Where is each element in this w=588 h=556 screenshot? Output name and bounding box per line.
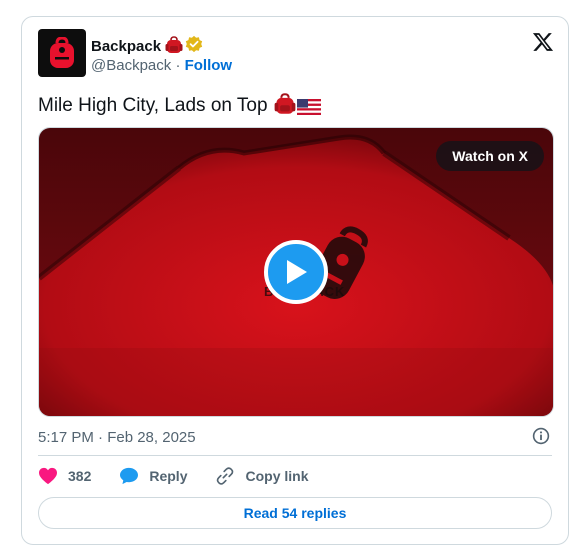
backpack-logo-icon [50, 37, 74, 68]
author-handle[interactable]: @Backpack [91, 57, 171, 74]
handle-row: @Backpack · Follow [91, 57, 232, 74]
tweet-text-row: Mile High City, Lads on Top [38, 93, 321, 121]
heart-icon [39, 467, 57, 485]
play-button[interactable] [264, 240, 328, 304]
play-icon [287, 260, 307, 284]
tweet-actions: 382 Reply Copy link [38, 466, 337, 486]
author-name-row[interactable]: Backpack [91, 35, 203, 58]
reply-label: Reply [149, 468, 188, 484]
info-icon[interactable] [532, 427, 550, 445]
copy-link-action[interactable]: Copy link [215, 466, 309, 486]
author-avatar[interactable] [38, 29, 86, 77]
tweet-card: Backpack @Backpack · Follow Mile High Ci… [21, 16, 569, 545]
us-flag-emoji-icon [296, 99, 321, 121]
reply-bubble-icon [120, 467, 139, 485]
read-replies-button[interactable]: Read 54 replies [38, 497, 552, 529]
tweet-timestamp[interactable]: 5:17 PM · Feb 28, 2025 [38, 429, 196, 446]
follow-link[interactable]: Follow [185, 57, 233, 74]
like-count: 382 [68, 468, 92, 484]
tweet-text: Mile High City, Lads on Top [38, 95, 268, 116]
x-logo-icon[interactable] [532, 31, 554, 53]
author-name[interactable]: Backpack [91, 38, 161, 55]
red-backpack-emoji-icon [274, 93, 296, 121]
video-media[interactable]: BACKPACK Watch on X [38, 127, 554, 417]
verified-gold-badge-icon[interactable] [185, 35, 203, 57]
red-backpack-emoji-icon [165, 36, 183, 58]
like-action[interactable]: 382 [38, 467, 91, 485]
handle-separator: · [175, 57, 181, 74]
watch-on-x-button[interactable]: Watch on X [436, 141, 544, 171]
link-icon [217, 467, 234, 485]
copy-link-label: Copy link [245, 468, 309, 484]
reply-action[interactable]: Reply [119, 467, 187, 485]
divider [38, 455, 552, 456]
